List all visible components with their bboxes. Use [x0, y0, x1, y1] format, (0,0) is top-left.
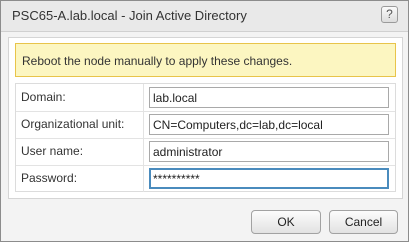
dialog-content: Reboot the node manually to apply these …	[8, 37, 403, 199]
password-label-cell: Password:	[16, 165, 144, 192]
form-row-password: Password:	[16, 165, 395, 192]
warning-text: Reboot the node manually to apply these …	[22, 54, 293, 68]
ou-label: Organizational unit:	[21, 117, 125, 131]
dialog-title: PSC65-A.lab.local - Join Active Director…	[12, 8, 247, 23]
domain-label-cell: Domain:	[16, 84, 144, 111]
join-active-directory-dialog: PSC65-A.lab.local - Join Active Director…	[0, 0, 409, 242]
dialog-titlebar: PSC65-A.lab.local - Join Active Director…	[1, 1, 408, 32]
username-label-cell: User name:	[16, 138, 144, 165]
cancel-button[interactable]: Cancel	[329, 210, 398, 234]
password-label: Password:	[21, 171, 78, 185]
help-icon[interactable]: ?	[381, 6, 398, 23]
username-label: User name:	[21, 144, 84, 158]
organizational-unit-field[interactable]	[149, 114, 389, 135]
form-row-ou: Organizational unit:	[16, 111, 395, 139]
dialog-footer: OK Cancel	[1, 206, 408, 241]
password-field[interactable]	[149, 168, 389, 189]
form-row-username: User name:	[16, 138, 395, 166]
domain-label: Domain:	[21, 90, 66, 104]
username-field[interactable]	[149, 141, 389, 162]
domain-field[interactable]	[149, 87, 389, 108]
form-row-domain: Domain:	[16, 84, 395, 112]
warning-banner: Reboot the node manually to apply these …	[15, 43, 396, 77]
ou-label-cell: Organizational unit:	[16, 111, 144, 138]
join-form: Domain: Organizational unit: User name: …	[15, 83, 396, 192]
ok-button[interactable]: OK	[251, 210, 321, 234]
